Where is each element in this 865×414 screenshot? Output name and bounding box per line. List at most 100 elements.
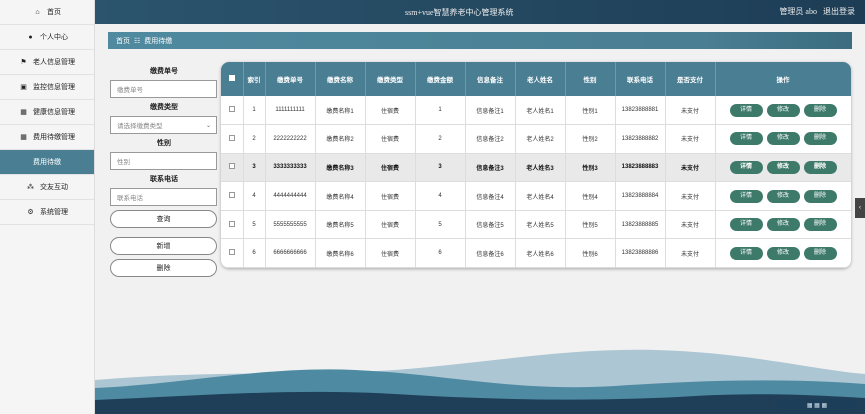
table-cell: 6 [415, 238, 466, 268]
detail-button[interactable]: 详情 [729, 218, 763, 232]
sidebar-item[interactable]: ● 个人中心 [0, 25, 94, 50]
edit-button[interactable]: 修改 [766, 160, 800, 174]
sidebar-item-label: 费用待缴 [33, 159, 61, 166]
sidebar-item[interactable]: ⚑ 老人信息管理 [0, 50, 94, 75]
row-actions: 详情 修改 删除 [715, 181, 851, 211]
sidebar-item[interactable]: ⚙ 系统管理 [0, 200, 94, 225]
phone-label: 联系电话 [150, 176, 178, 183]
delete-button[interactable]: 删除 [803, 246, 837, 260]
row-select-cell[interactable] [221, 238, 244, 268]
row-select-cell[interactable] [221, 210, 244, 240]
sidebar: ⌂ 首页 ● 个人中心 ⚑ 老人信息管理 ▣ 监控信息管理 ▦ 健康信息管理 ▦ 费用待缴管理费用待缴… [0, 0, 95, 414]
table-cell: 老人姓名6 [515, 238, 566, 268]
column-header: 联系电话 [615, 62, 666, 96]
detail-button[interactable]: 详情 [729, 132, 763, 146]
select-all-checkbox[interactable] [228, 75, 235, 81]
side-panel-toggle[interactable]: ‹ [855, 198, 865, 218]
sidebar-item-label: 监控信息管理 [33, 84, 75, 91]
row-select-cell[interactable] [221, 153, 244, 183]
table-cell: 13823888883 [615, 153, 666, 183]
table-cell: 性别1 [565, 96, 616, 126]
breadcrumb-current: 费用待缴 [144, 37, 173, 45]
table-cell: 住宿费 [365, 238, 416, 268]
sidebar-item[interactable]: ▣ 监控信息管理 [0, 75, 94, 100]
table-cell: 4 [243, 181, 266, 211]
table-cell: 缴费名称1 [315, 96, 366, 126]
delete-button[interactable]: 删除 [803, 103, 837, 117]
row-actions: 详情 修改 删除 [715, 238, 851, 268]
row-checkbox[interactable] [228, 163, 235, 170]
detail-button[interactable]: 详情 [729, 246, 763, 260]
delete-button[interactable]: 删除 [803, 189, 837, 203]
edit-button[interactable]: 修改 [766, 246, 800, 260]
table-row: 4 4444444444 缴费名称4 住宿费 4 信息备注4 老人姓名4 性别4 1382388… [221, 181, 851, 211]
table-cell: 住宿费 [365, 96, 416, 126]
edit-button[interactable]: 修改 [766, 189, 800, 203]
logout-link[interactable]: 退出登录 [823, 6, 855, 17]
table-cell: 13823888885 [615, 210, 666, 240]
table-row: 5 5555555555 缴费名称5 住宿费 5 信息备注5 老人姓名5 性别5 1382388… [221, 210, 851, 240]
delete-button[interactable]: 删除 [803, 160, 837, 174]
table-cell: 未支付 [665, 153, 716, 183]
detail-button[interactable]: 详情 [729, 189, 763, 203]
query-button[interactable]: 查询 [110, 210, 217, 228]
sidebar-item[interactable]: ▦ 费用待缴管理 [0, 125, 94, 150]
table-cell: 2 [243, 124, 266, 154]
row-actions: 详情 修改 删除 [715, 96, 851, 126]
detail-button[interactable]: 详情 [729, 103, 763, 117]
column-header: 操作 [715, 62, 851, 96]
row-checkbox[interactable] [228, 106, 235, 113]
row-select-cell[interactable] [221, 96, 244, 126]
grid-icon: ▦ [20, 109, 27, 116]
fee-type-select[interactable]: 请选择缴费类型 ⌄ [110, 116, 217, 134]
delete-button[interactable]: 删除 [803, 132, 837, 146]
row-select-cell[interactable] [221, 124, 244, 154]
admin-label: 管理员 abo [779, 7, 817, 16]
gender-input[interactable]: 性别 [110, 152, 217, 170]
sidebar-item[interactable]: ▦ 健康信息管理 [0, 100, 94, 125]
breadcrumb: 首页 ☷ 费用待缴 [108, 32, 852, 49]
sidebar-item[interactable]: ⁂ 交友互动 [0, 175, 94, 200]
edit-button[interactable]: 修改 [766, 218, 800, 232]
breadcrumb-home[interactable]: 首页 [116, 36, 130, 46]
add-button[interactable]: 新增 [110, 237, 217, 255]
edit-button[interactable]: 修改 [766, 103, 800, 117]
table-row: 1 1111111111 缴费名称1 住宿费 1 信息备注1 老人姓名1 性别1 1382388… [221, 96, 851, 126]
settings-icon: ⚙ [27, 209, 34, 216]
order-no-input[interactable]: 缴费单号 [110, 80, 217, 98]
table-cell: 未支付 [665, 124, 716, 154]
delete-button[interactable]: 删除 [803, 218, 837, 232]
fee-type-placeholder: 请选择缴费类型 [117, 123, 163, 130]
table-cell: 信息备注5 [465, 210, 516, 240]
row-checkbox[interactable] [228, 134, 235, 141]
table-cell: 老人姓名3 [515, 153, 566, 183]
row-checkbox[interactable] [228, 192, 235, 199]
table-cell: 6 [243, 238, 266, 268]
table-cell: 性别6 [565, 238, 616, 268]
table-header-row: 索引 缴费单号 缴费名称 缴费类型 缴费金额 信息备注 老人姓名 性别 联系电话 是否支付 操作 [221, 62, 851, 96]
row-select-cell[interactable] [221, 181, 244, 211]
table-cell: 4 [415, 181, 466, 211]
table-cell: 5 [243, 210, 266, 240]
table-cell: 性别3 [565, 153, 616, 183]
search-panel: 缴费单号 缴费单号 缴费类型 请选择缴费类型 ⌄ 性别 性别 联系电话 联系电话… [110, 62, 218, 277]
table-cell: 2222222222 [265, 124, 316, 154]
row-checkbox[interactable] [228, 220, 235, 227]
sidebar-item[interactable]: 费用待缴 [0, 150, 94, 175]
column-header: 性别 [565, 62, 616, 96]
detail-button[interactable]: 详情 [729, 160, 763, 174]
table-cell: 3 [415, 153, 466, 183]
phone-input[interactable]: 联系电话 [110, 188, 217, 206]
table-cell: 4444444444 [265, 181, 316, 211]
grid-icon: ▦ [20, 134, 27, 141]
edit-button[interactable]: 修改 [766, 132, 800, 146]
table-cell: 性别5 [565, 210, 616, 240]
batch-delete-button[interactable]: 删除 [110, 259, 217, 277]
select-all-header[interactable] [221, 62, 244, 96]
table-cell: 2 [415, 124, 466, 154]
table-cell: 13823888884 [615, 181, 666, 211]
table-cell: 住宿费 [365, 210, 416, 240]
row-checkbox[interactable] [228, 249, 235, 256]
people-icon: ⁂ [27, 184, 34, 191]
sidebar-item[interactable]: ⌂ 首页 [0, 0, 94, 25]
